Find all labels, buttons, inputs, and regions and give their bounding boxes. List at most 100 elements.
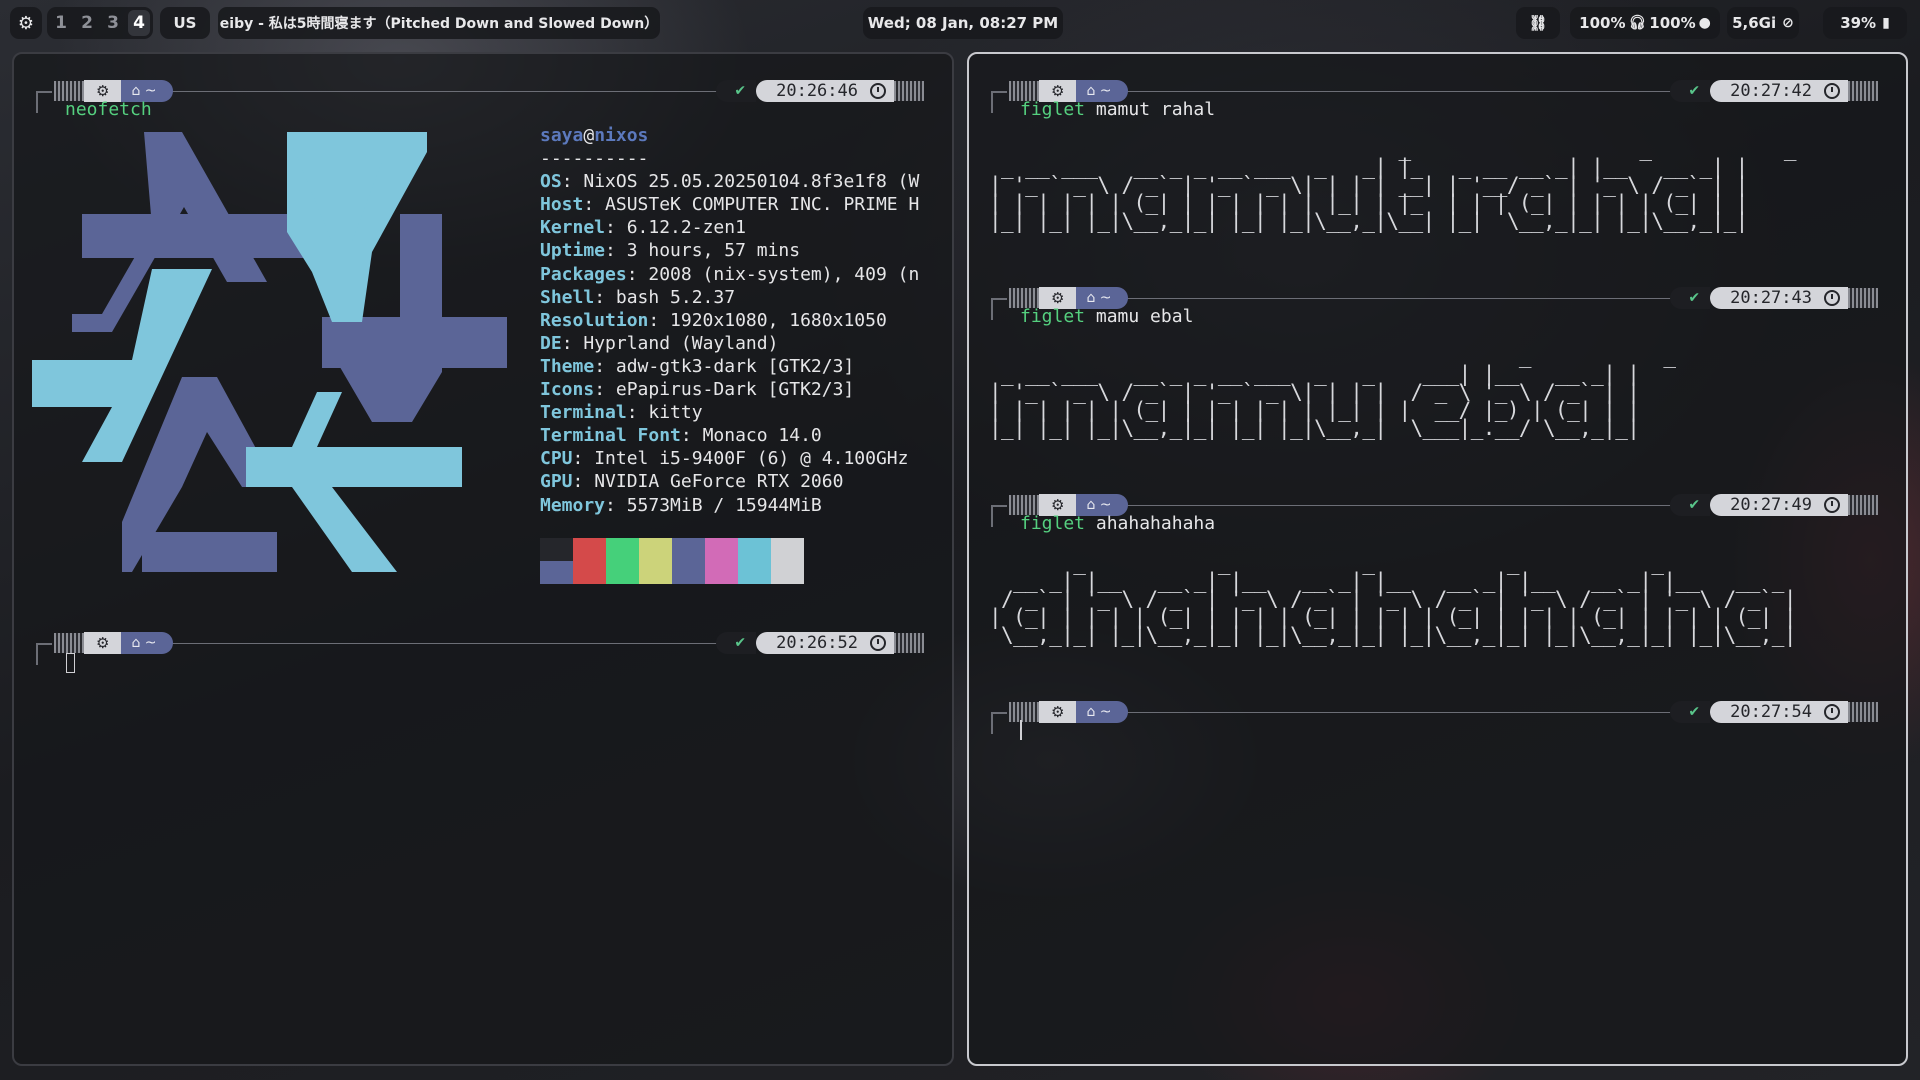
prompt-dir-text: ~ [1099,704,1112,720]
palette-swatch [606,538,639,561]
prompt-right-segment: ✔ 20:27:43 [1670,287,1878,309]
info-key: Kernel [540,217,606,239]
palette-swatch [738,561,771,584]
datetime-text: Wed; 08 Jan, 08:27 PM [867,14,1059,32]
prompt-hatch [1009,288,1039,308]
text-cursor[interactable] [1020,720,1022,740]
prompt-directory: ⌂ ~ [1076,701,1128,723]
home-icon: ⌂ [131,83,145,99]
workspace-4[interactable]: 4 [128,10,150,36]
palette-swatch [573,561,606,584]
info-value: : NixOS 25.05.20250104.8f3e1f8 (W [561,171,920,193]
prompt-hatch [1009,702,1039,722]
workspace-switcher: 1 2 3 4 [47,7,153,39]
command-line: neofetch [65,99,152,120]
network-indicator[interactable]: ⛓ [1516,7,1560,39]
neofetch-host: nixos [594,125,649,146]
prompt-hatch [54,633,84,653]
neofetch-separator: ---------- [540,148,649,170]
settings-button[interactable]: ⚙ [10,7,42,39]
microphone-icon: ● [1698,15,1711,31]
check-icon: ✔ [716,80,757,102]
info-value: : Intel i5-9400F (6) @ 4.100GHz [572,448,909,470]
prompt-hatch [54,81,84,101]
prompt-dir-text: ~ [144,635,157,651]
terminal-left[interactable]: ⚙ ⌂ ~ ✔ 20:26:46 neofetch saya@nixos ---… [12,52,954,1066]
info-value: : NVIDIA GeForce RTX 2060 [572,471,844,493]
workspace-1[interactable]: 1 [50,10,72,36]
prompt-time-text: 20:27:49 [1730,495,1812,515]
mic-text: 100% [1649,14,1696,32]
palette-swatch [705,538,738,561]
prompt-hatch [1848,495,1878,515]
prompt-dir-text: ~ [1099,290,1112,306]
prompt-line: ⚙ ⌂ ~ ✔ 20:26:46 [14,76,952,113]
command-args: mamu ebal [1085,306,1194,327]
palette-swatch [639,561,672,584]
prompt-time-text: 20:27:54 [1730,702,1812,722]
prompt-bracket [36,91,52,113]
info-key: Terminal [540,402,627,424]
info-value: : ePapirus-Dark [GTK2/3] [594,379,855,401]
home-icon: ⌂ [131,635,145,651]
neofetch-user: saya [540,125,584,146]
info-key: Memory [540,494,606,516]
prompt-hatch [1009,495,1039,515]
home-icon: ⌂ [1086,290,1100,306]
prompt-bracket [991,505,1007,527]
memory-indicator[interactable]: 5,6Gi ⊘ [1727,7,1799,39]
headphones-icon: 🎧︎ [1628,15,1647,31]
palette-swatch [540,538,573,561]
palette-swatch [672,538,705,561]
command-name: figlet [1020,513,1086,534]
prompt-time-text: 20:26:52 [776,633,858,653]
check-icon: ✔ [1670,494,1711,516]
prompt-hatch [1848,288,1878,308]
info-value: : 2008 (nix-system), 409 (n [626,263,920,285]
check-icon: ✔ [1670,287,1711,309]
info-key: Host [540,194,584,216]
battery-indicator[interactable]: 39% ▮ [1823,7,1907,39]
command-line: figlet mamut rahal [1020,99,1215,120]
home-icon: ⌂ [1086,83,1100,99]
info-value: : 5573MiB / 15944MiB [605,494,822,516]
figlet-output: _ _ _ __ ___ __ _ _ __ ___ _ _ ___| |__ … [989,344,1676,440]
info-value: : 1920x1080, 1680x1050 [648,309,887,331]
keyboard-layout-label: US [173,14,197,32]
command-line: figlet mamu ebal [1020,306,1193,327]
info-value: : ASUSTeK COMPUTER INC. PRIME H [583,194,920,216]
prompt-right-segment: ✔ 20:27:49 [1670,494,1878,516]
prompt-time-text: 20:27:43 [1730,288,1812,308]
info-key: Resolution [540,309,649,331]
prompt-time: 20:26:46 [756,80,894,102]
prompt-time: 20:27:43 [1710,287,1848,309]
prompt-time: 20:27:54 [1710,701,1848,723]
prompt-hatch [1009,81,1039,101]
prompt-dir-text: ~ [144,83,157,99]
workspace-2[interactable]: 2 [76,10,98,36]
info-value: : 3 hours, 57 mins [605,240,801,262]
clock-icon [1824,290,1840,306]
prompt-bracket [991,298,1007,320]
info-value: : bash 5.2.37 [594,286,736,308]
text-cursor[interactable] [66,653,75,673]
prompt-time-text: 20:27:42 [1730,81,1812,101]
prompt-time: 20:27:49 [1710,494,1848,516]
info-value: : kitty [626,402,703,424]
info-key: Terminal Font [540,425,681,447]
battery-text: 39% [1840,14,1877,32]
workspace-3[interactable]: 3 [102,10,124,36]
terminal-right[interactable]: ⚙ ⌂ ~ ✔ 20:27:42 figlet mamut rahal _ _ … [967,52,1908,1066]
prompt-hatch [894,633,924,653]
prompt-right-segment: ✔ 20:26:52 [716,632,924,654]
clock-icon [1824,704,1840,720]
info-value: : adw-gtk3-dark [GTK2/3] [594,355,855,377]
prompt-hatch [1848,81,1878,101]
prompt-right-segment: ✔ 20:27:42 [1670,80,1878,102]
audio-indicator[interactable]: 100% 🎧︎ 100% ● [1570,7,1720,39]
neofetch-info: saya@nixos ---------- OS: NixOS 25.05.20… [540,124,919,517]
keyboard-layout-indicator[interactable]: US [160,7,210,39]
clock[interactable]: Wed; 08 Jan, 08:27 PM [863,7,1063,39]
palette-swatch [705,561,738,584]
palette-swatch [639,538,672,561]
